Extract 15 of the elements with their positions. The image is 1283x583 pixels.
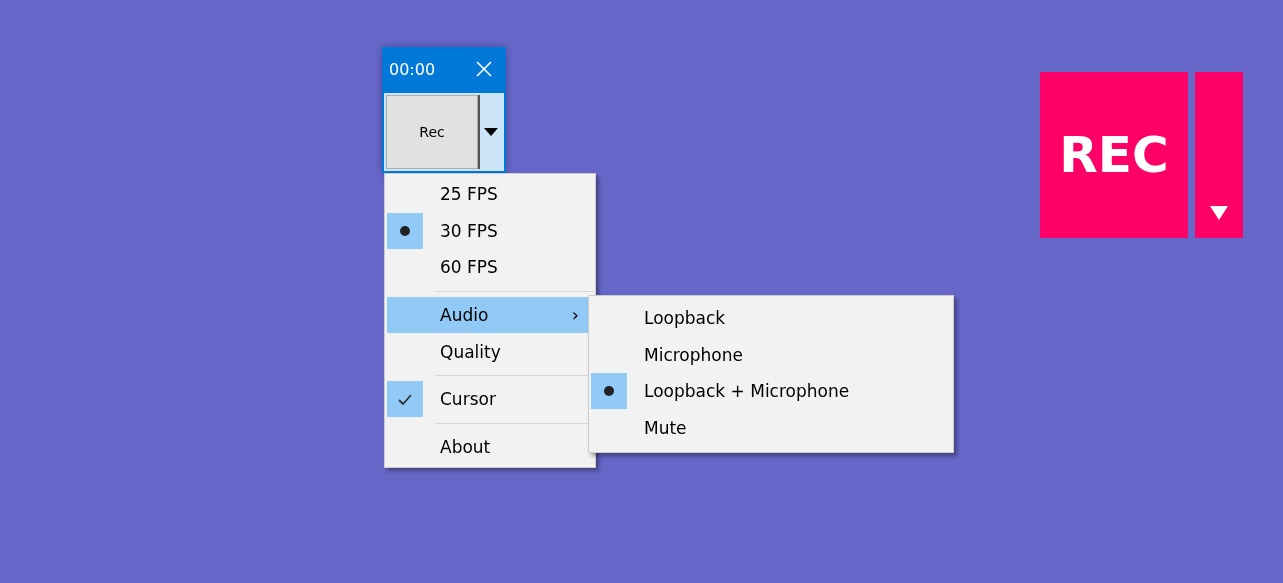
menu-item[interactable]: 30 FPS — [387, 212, 593, 250]
menu-item[interactable]: Loopback — [591, 300, 951, 337]
caret-icon — [1210, 206, 1228, 220]
close-button[interactable] — [476, 61, 492, 77]
menu-item[interactable]: Microphone — [591, 336, 951, 374]
caret-icon — [484, 128, 498, 136]
menu-item[interactable]: Cursor — [387, 380, 593, 418]
timer: 00:00 — [389, 59, 436, 79]
menu-item[interactable]: 60 FPS — [387, 249, 593, 286]
record-button[interactable]: REC — [1040, 72, 1188, 238]
menu-item[interactable]: Loopback + Microphone — [591, 373, 951, 410]
menu-item[interactable]: Mute — [591, 409, 951, 447]
close-icon — [476, 61, 492, 77]
menu-item[interactable]: 25 FPS — [387, 176, 593, 213]
record-button[interactable]: Rec — [386, 95, 478, 169]
